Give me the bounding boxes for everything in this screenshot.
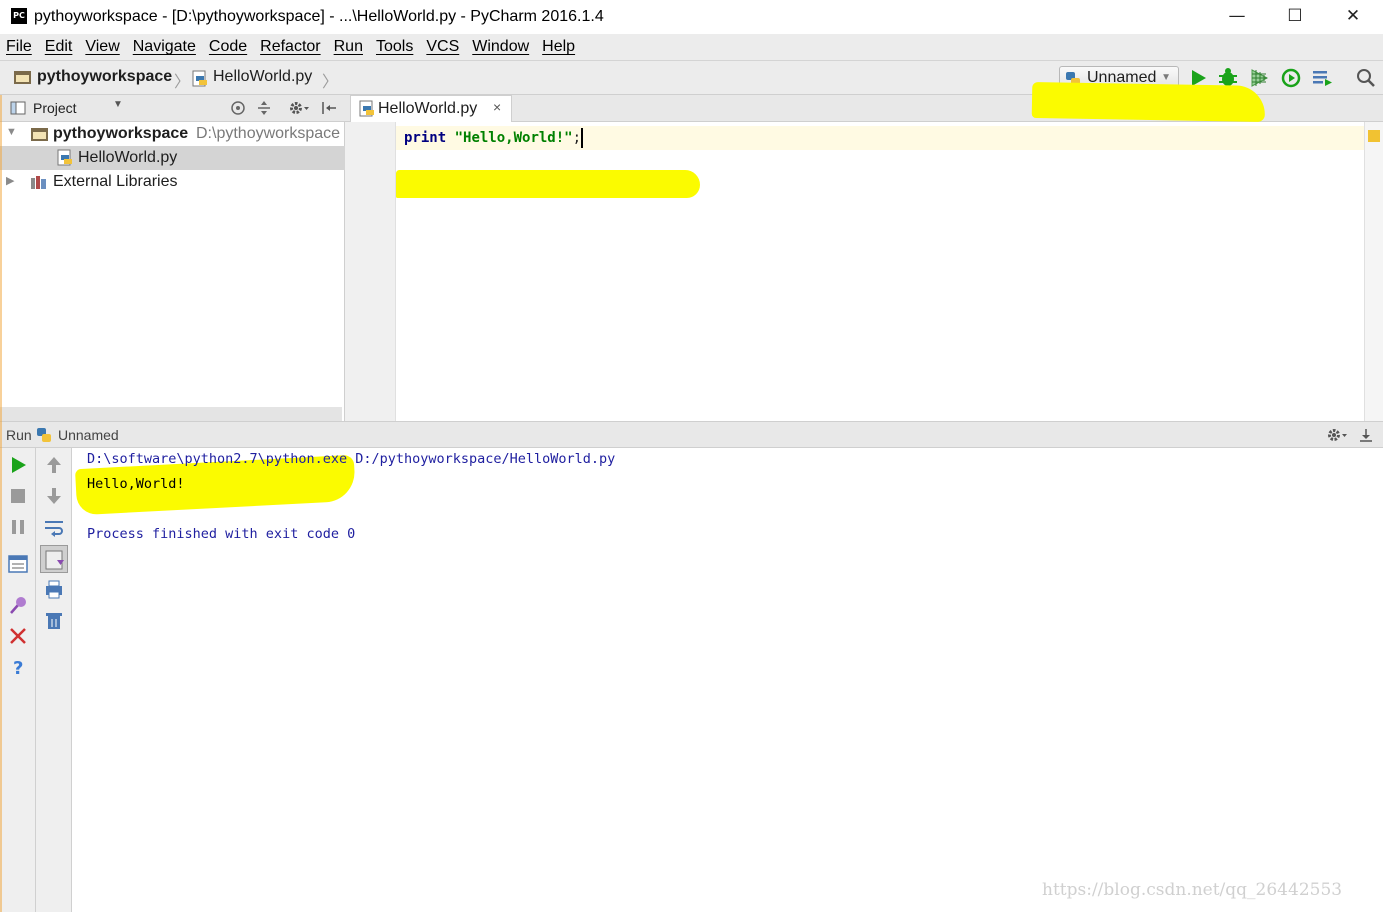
scroll-to-end-icon bbox=[45, 550, 64, 570]
expand-arrow-icon[interactable]: ▼ bbox=[6, 126, 17, 138]
console-output-line: Hello,World! bbox=[87, 476, 185, 492]
scroll-from-source-icon[interactable] bbox=[230, 100, 246, 116]
tree-item-helloworld[interactable]: HelloWorld.py bbox=[0, 146, 345, 170]
expand-arrow-icon[interactable]: ▶ bbox=[6, 174, 14, 187]
pycharm-logo-icon: PC bbox=[11, 8, 27, 24]
menu-run[interactable]: Run bbox=[334, 38, 363, 56]
error-stripe bbox=[1364, 122, 1383, 421]
python-file-icon bbox=[359, 100, 374, 117]
stop-icon[interactable] bbox=[6, 484, 30, 508]
run-panel-header: Run Unnamed bbox=[0, 421, 1383, 448]
tree-item-path: D:\pythoyworkspace bbox=[196, 125, 341, 142]
menu-window[interactable]: Window bbox=[472, 38, 529, 56]
restore-layout-icon[interactable] bbox=[6, 552, 30, 576]
tree-item-external-libraries[interactable]: ▶ External Libraries bbox=[0, 170, 345, 194]
breadcrumb-file[interactable]: HelloWorld.py bbox=[213, 68, 312, 86]
run-console[interactable] bbox=[72, 448, 1383, 912]
menu-navigate[interactable]: Navigate bbox=[133, 38, 196, 56]
project-view-label[interactable]: Project bbox=[33, 100, 77, 116]
code-keyword: print bbox=[404, 130, 447, 146]
profile-icon[interactable] bbox=[1280, 67, 1302, 89]
warning-marker-icon[interactable] bbox=[1368, 130, 1380, 142]
help-icon[interactable]: ? bbox=[6, 655, 30, 679]
run-panel-label: Run bbox=[6, 427, 32, 443]
clear-all-icon[interactable] bbox=[42, 608, 66, 632]
hide-panel-icon[interactable] bbox=[1358, 427, 1374, 443]
code-string: "Hello,World!" bbox=[454, 130, 573, 146]
window-edge bbox=[0, 95, 2, 912]
close-button[interactable]: ✕ bbox=[1324, 0, 1382, 34]
pause-icon[interactable] bbox=[6, 515, 30, 539]
soft-wrap-icon[interactable] bbox=[42, 515, 66, 539]
python-file-icon bbox=[57, 149, 72, 166]
breadcrumb-project[interactable]: pythoyworkspace bbox=[37, 68, 172, 86]
highlight-marker bbox=[396, 170, 700, 198]
menu-edit[interactable]: Edit bbox=[45, 38, 73, 56]
coverage-icon[interactable] bbox=[1248, 67, 1270, 89]
python-file-icon bbox=[192, 70, 207, 87]
tasks-icon[interactable] bbox=[1311, 67, 1333, 89]
tree-item-project-root[interactable]: ▼ pythoyworkspace D:\pythoyworkspace bbox=[0, 122, 345, 146]
search-icon[interactable] bbox=[1355, 67, 1377, 89]
console-exit-line: Process finished with exit code 0 bbox=[87, 526, 356, 542]
menu-bar: File Edit View Navigate Code Refactor Ru… bbox=[0, 34, 1383, 61]
pin-icon[interactable] bbox=[6, 593, 30, 617]
code-editor[interactable] bbox=[396, 122, 1364, 421]
editor-gutter bbox=[345, 122, 396, 421]
code-semicolon: ; bbox=[572, 130, 582, 146]
hide-panel-icon[interactable] bbox=[320, 100, 338, 116]
run-toolbar-secondary bbox=[36, 448, 72, 912]
text-caret bbox=[581, 128, 584, 148]
tab-label: HelloWorld.py bbox=[378, 100, 478, 117]
arrow-down-icon[interactable] bbox=[42, 484, 66, 508]
menu-code[interactable]: Code bbox=[209, 38, 247, 56]
rerun-icon[interactable] bbox=[6, 453, 30, 477]
project-view-icon bbox=[10, 101, 26, 115]
title-bar: PC pythoyworkspace - [D:\pythoyworkspace… bbox=[0, 0, 1383, 34]
project-panel-header: Project ▼ bbox=[0, 95, 345, 122]
window-title: pythoyworkspace - [D:\pythoyworkspace] -… bbox=[34, 8, 604, 25]
horizontal-scrollbar[interactable] bbox=[0, 407, 342, 421]
close-tab-icon[interactable]: × bbox=[493, 99, 501, 115]
menu-view[interactable]: View bbox=[85, 38, 119, 56]
project-tree: ▼ pythoyworkspace D:\pythoyworkspace Hel… bbox=[0, 122, 345, 421]
chevron-down-icon[interactable]: ▼ bbox=[113, 99, 123, 110]
print-icon[interactable] bbox=[42, 577, 66, 601]
console-command-line: D:\software\python2.7\python.exe D:/pyth… bbox=[87, 451, 616, 467]
collapse-all-icon[interactable] bbox=[256, 100, 272, 116]
folder-icon bbox=[14, 71, 31, 84]
library-icon bbox=[31, 176, 46, 189]
menu-tools[interactable]: Tools bbox=[376, 38, 413, 56]
highlight-marker bbox=[1031, 81, 1266, 123]
run-config-tab[interactable]: Unnamed bbox=[58, 427, 119, 443]
breadcrumb-separator: 〉 bbox=[174, 74, 191, 91]
menu-refactor[interactable]: Refactor bbox=[260, 38, 320, 56]
gear-icon[interactable] bbox=[1326, 427, 1348, 443]
tab-helloworld[interactable]: HelloWorld.py × bbox=[350, 95, 512, 122]
minimize-button[interactable]: — bbox=[1208, 0, 1266, 34]
close-icon[interactable] bbox=[6, 624, 30, 648]
svg-text:?: ? bbox=[13, 658, 23, 679]
watermark-text: https://blog.csdn.net/qq_26442553 bbox=[1042, 880, 1343, 900]
maximize-button[interactable]: ☐ bbox=[1266, 0, 1324, 34]
folder-icon bbox=[31, 128, 48, 141]
tree-item-label: pythoyworkspace bbox=[53, 125, 189, 142]
python-icon bbox=[37, 428, 51, 442]
run-toolbar-primary: ? bbox=[0, 448, 36, 912]
tree-item-label: External Libraries bbox=[53, 173, 178, 190]
breadcrumb-separator: 〉 bbox=[322, 74, 339, 91]
gear-icon[interactable] bbox=[288, 100, 310, 116]
menu-vcs[interactable]: VCS bbox=[426, 38, 459, 56]
menu-file[interactable]: File bbox=[6, 38, 32, 56]
scroll-to-end-toggle[interactable] bbox=[40, 545, 68, 573]
code-line[interactable]: print "Hello,World!"; bbox=[396, 126, 1364, 150]
tree-item-label: HelloWorld.py bbox=[78, 149, 178, 166]
arrow-up-icon[interactable] bbox=[42, 453, 66, 477]
menu-help[interactable]: Help bbox=[542, 38, 575, 56]
